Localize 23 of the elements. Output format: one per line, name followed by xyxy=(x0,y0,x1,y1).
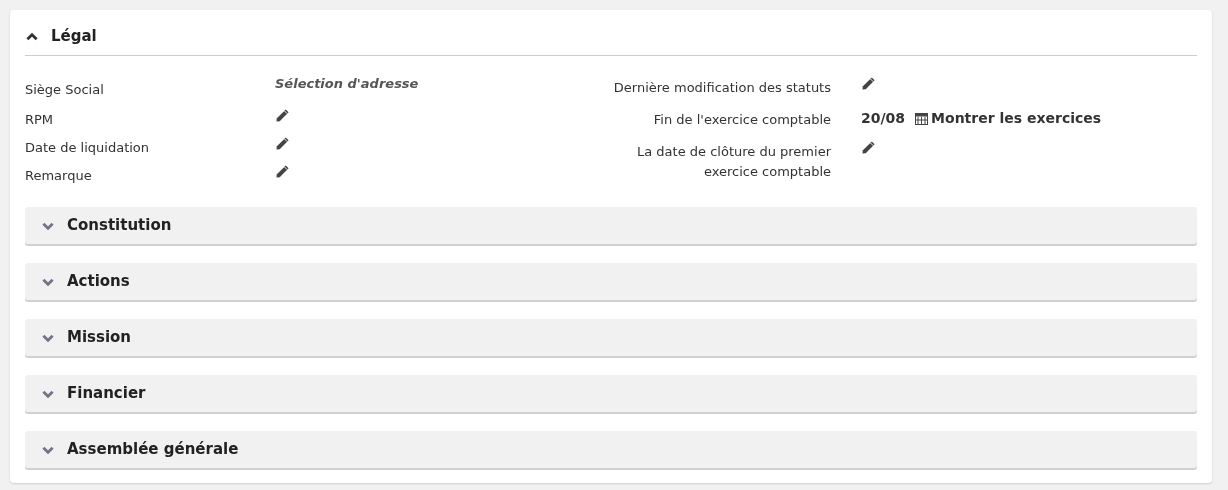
field-label: Fin de l'exercice comptable xyxy=(652,111,831,129)
pencil-icon[interactable] xyxy=(275,108,290,123)
section-header[interactable]: Actions xyxy=(25,263,1197,300)
pencil-icon[interactable] xyxy=(275,164,290,179)
field-label: Siège Social xyxy=(25,81,105,99)
date-value: 20/08 xyxy=(861,109,906,128)
field-label: RPM xyxy=(25,111,55,129)
show-exercises-link[interactable]: Montrer les exercices xyxy=(915,108,1102,129)
chevron-up-icon[interactable] xyxy=(25,30,39,43)
pencil-icon[interactable] xyxy=(861,76,876,91)
field-label: La date de clôture du premier exercice comptable xyxy=(636,143,831,181)
calendar-icon xyxy=(915,112,929,125)
pencil-icon[interactable] xyxy=(275,136,290,151)
address-link[interactable]: Sélection d'adresse xyxy=(275,74,419,94)
section-title[interactable]: Légal xyxy=(51,25,97,48)
field-label: Date de liquidation xyxy=(25,139,151,157)
section-header[interactable]: Assemblée générale xyxy=(25,431,1197,468)
section-header[interactable]: Financier xyxy=(25,375,1197,412)
field-label: Remarque xyxy=(25,167,93,185)
section-header[interactable]: Constitution xyxy=(25,207,1197,244)
pencil-icon[interactable] xyxy=(861,140,876,155)
section-header[interactable]: Mission xyxy=(25,319,1197,356)
field-label: Dernière modification des statuts xyxy=(612,79,831,97)
